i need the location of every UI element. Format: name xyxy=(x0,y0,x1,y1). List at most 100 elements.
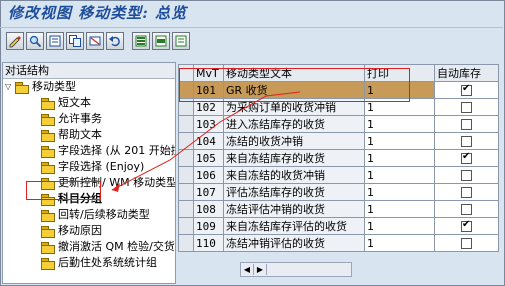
display-icon[interactable] xyxy=(26,32,44,50)
checkbox[interactable] xyxy=(461,83,472,96)
print-cell[interactable]: 1 xyxy=(364,234,435,252)
print-cell[interactable]: 1 xyxy=(364,217,435,235)
text-cell: 评估冻结库存的收货 xyxy=(223,183,365,201)
auto-stock-cell xyxy=(434,115,499,133)
table-row[interactable]: 105 来自冻结库存的收货 1 xyxy=(178,149,499,167)
page-title: 修改视图 移动类型: 总览 xyxy=(8,4,187,22)
checkbox[interactable] xyxy=(461,102,472,113)
folder-open-icon xyxy=(15,81,29,94)
auto-stock-cell xyxy=(434,98,499,116)
tree-root-label: 移动类型 xyxy=(32,80,76,93)
folder-icon xyxy=(41,257,55,270)
folder-icon xyxy=(41,145,55,158)
table-row[interactable]: 110 冻结冲销评估的收货 1 xyxy=(178,234,499,252)
print-cell[interactable]: 1 xyxy=(364,149,435,167)
tree-item[interactable]: 移动原因 xyxy=(41,223,102,239)
select-block-icon[interactable] xyxy=(152,32,170,50)
auto-stock-cell xyxy=(434,149,499,167)
undo-icon[interactable] xyxy=(106,32,124,50)
scroll-right-icon[interactable]: ▶ xyxy=(254,264,267,275)
text-cell: 冻结评估冲销的收货 xyxy=(223,200,365,218)
tree-item[interactable]: 字段选择 (Enjoy) xyxy=(41,159,144,175)
text-cell: 来自冻结的收货冲销 xyxy=(223,166,365,184)
checkbox[interactable] xyxy=(461,238,472,249)
checkbox[interactable] xyxy=(461,187,472,198)
select-all-icon[interactable] xyxy=(132,32,150,50)
checkbox[interactable] xyxy=(461,119,472,130)
tree-item[interactable]: 帮助文本 xyxy=(41,127,102,143)
auto-stock-cell xyxy=(434,166,499,184)
auto-stock-cell xyxy=(434,217,499,235)
row-selector[interactable] xyxy=(178,200,194,218)
toolbar-separator xyxy=(126,32,130,52)
table-row[interactable]: 106 来自冻结的收货冲销 1 xyxy=(178,166,499,184)
auto-stock-cell xyxy=(434,200,499,218)
folder-icon xyxy=(41,161,55,174)
tree-item[interactable]: 撤消激活 QM 检验/交货类 xyxy=(41,239,176,255)
tree-item-label: 字段选择 (从 201 开始控 xyxy=(58,144,176,157)
text-cell: 冻结冲销评估的收货 xyxy=(223,234,365,252)
tree-item-label: 帮助文本 xyxy=(58,128,102,141)
deselect-icon[interactable] xyxy=(172,32,190,50)
auto-stock-cell xyxy=(434,234,499,252)
tree-item[interactable]: 字段选择 (从 201 开始控 xyxy=(41,143,176,159)
row-selector[interactable] xyxy=(178,166,194,184)
row-selector[interactable] xyxy=(178,234,194,252)
tree-item[interactable]: 允许事务 xyxy=(41,111,102,127)
checkbox[interactable] xyxy=(461,204,472,215)
row-selector[interactable] xyxy=(178,149,194,167)
row-selector[interactable] xyxy=(178,217,194,235)
tree-item-label: 短文本 xyxy=(58,96,91,109)
row-selector[interactable] xyxy=(178,183,194,201)
tree-item[interactable]: 后勤住处系统统计组 xyxy=(41,255,157,271)
column-header[interactable]: 自动库存 xyxy=(434,64,499,82)
tree-item-label: 移动原因 xyxy=(58,224,102,237)
scroll-left-icon[interactable]: ◀ xyxy=(241,264,254,275)
mvt-cell: 109 xyxy=(193,217,224,235)
folder-icon xyxy=(41,225,55,238)
table-row[interactable]: 104 冻结的收货冲销 1 xyxy=(178,132,499,150)
checkbox[interactable] xyxy=(461,151,472,164)
folder-icon xyxy=(41,97,55,110)
table-row[interactable]: 103 进入冻结库存的收货 1 xyxy=(178,115,499,133)
row-selector[interactable] xyxy=(178,115,194,133)
mvt-cell: 103 xyxy=(193,115,224,133)
checkbox[interactable] xyxy=(461,136,472,147)
table-row[interactable]: 107 评估冻结库存的收货 1 xyxy=(178,183,499,201)
print-cell[interactable]: 1 xyxy=(364,115,435,133)
table-row[interactable]: 109 来自冻结库存评估的收货 1 xyxy=(178,217,499,235)
divider xyxy=(0,27,503,28)
tree-header: 对话结构 xyxy=(3,63,175,79)
table-row[interactable]: 108 冻结评估冲销的收货 1 xyxy=(178,200,499,218)
copy-icon[interactable] xyxy=(66,32,84,50)
folder-icon xyxy=(41,209,55,222)
mvt-cell: 105 xyxy=(193,149,224,167)
edit-icon[interactable] xyxy=(6,32,24,50)
tree-item[interactable]: 回转/后续移动类型 xyxy=(41,207,150,223)
tree-item-label: 允许事务 xyxy=(58,112,102,125)
horizontal-scrollbar[interactable]: ◀ ▶ xyxy=(240,262,352,277)
application-toolbar xyxy=(6,32,190,52)
tree-root-node[interactable]: ▽ 移动类型 xyxy=(5,79,76,95)
checkbox[interactable] xyxy=(461,219,472,232)
text-cell: 冻结的收货冲销 xyxy=(223,132,365,150)
mvt-cell: 106 xyxy=(193,166,224,184)
row-selector[interactable] xyxy=(178,132,194,150)
text-cell: 来自冻结库存评估的收货 xyxy=(223,217,365,235)
new-entries-icon[interactable] xyxy=(46,32,64,50)
tree-item[interactable]: 短文本 xyxy=(41,95,91,111)
print-cell[interactable]: 1 xyxy=(364,183,435,201)
mvt-cell: 104 xyxy=(193,132,224,150)
auto-stock-cell xyxy=(434,183,499,201)
print-cell[interactable]: 1 xyxy=(364,166,435,184)
delete-icon[interactable] xyxy=(86,32,104,50)
expand-icon[interactable]: ▽ xyxy=(5,79,13,95)
tree-item-label: 撤消激活 QM 检验/交货类 xyxy=(58,240,176,253)
annotation-box-row xyxy=(179,68,410,102)
text-cell: 进入冻结库存的收货 xyxy=(223,115,365,133)
dialog-structure-panel: 对话结构 ▽ 移动类型 短文本 允许事务 帮助文本 字段选择 (从 201 开始… xyxy=(2,62,176,284)
tree-item-label: 回转/后续移动类型 xyxy=(58,208,150,221)
checkbox[interactable] xyxy=(461,170,472,181)
print-cell[interactable]: 1 xyxy=(364,200,435,218)
print-cell[interactable]: 1 xyxy=(364,132,435,150)
